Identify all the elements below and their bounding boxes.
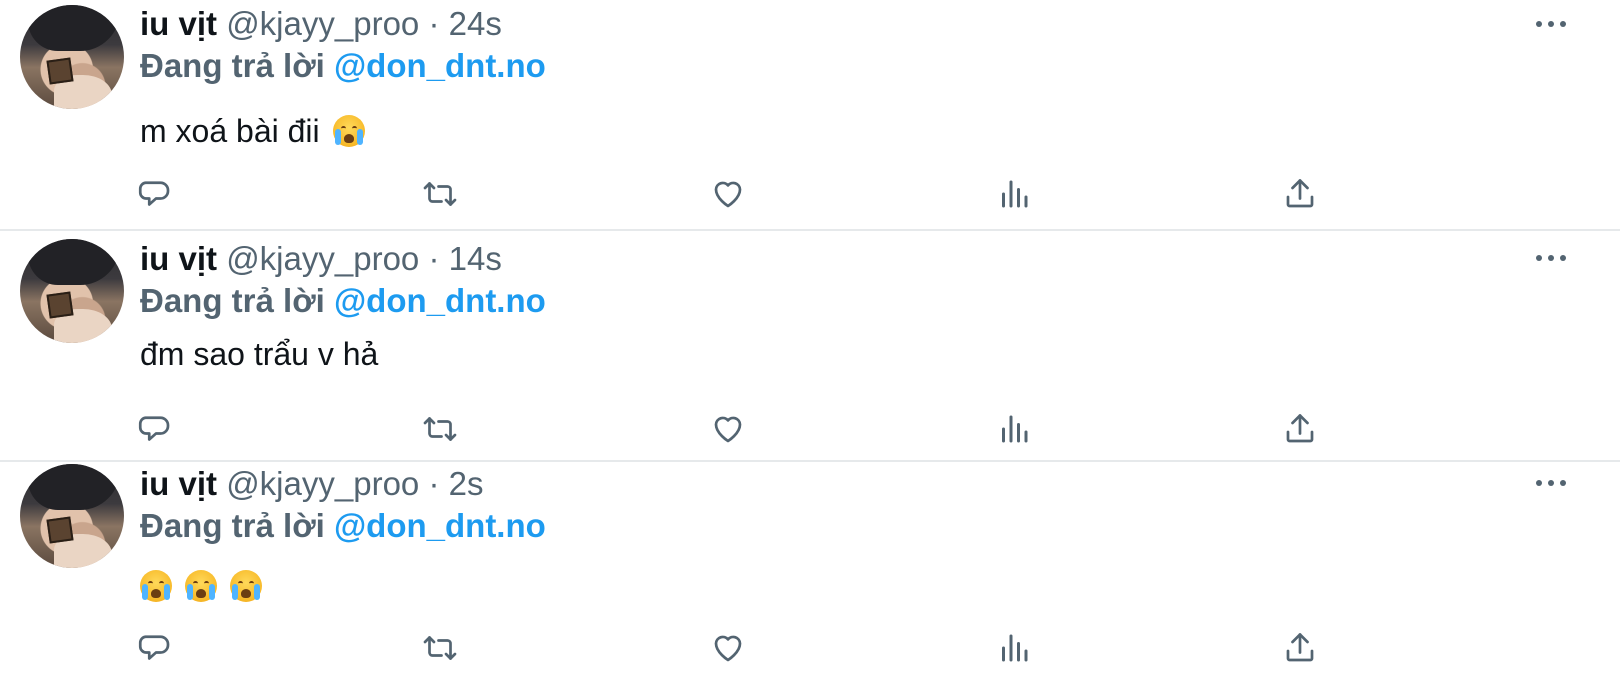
username-handle[interactable]: @kjayy_proo — [226, 465, 419, 502]
views-button[interactable] — [996, 411, 1032, 447]
loudly-crying-face-icon — [229, 570, 262, 602]
like-button[interactable] — [710, 411, 746, 447]
share-button[interactable] — [1282, 411, 1318, 447]
reply-bubble-icon — [138, 181, 170, 206]
action-bar — [138, 411, 1338, 447]
reply-mention-link[interactable]: @don_dnt.no — [334, 47, 546, 84]
tweet-text: đm sao trẩu v hả — [140, 334, 378, 374]
display-name[interactable]: iu vịt — [140, 240, 217, 277]
username-handle[interactable]: @kjayy_proo — [226, 5, 419, 42]
reply-bubble-icon — [138, 635, 170, 660]
heart-icon — [714, 635, 742, 662]
action-bar — [138, 176, 1338, 212]
replying-to-label: Đang trả lời — [140, 282, 325, 319]
retweet-icon — [423, 636, 457, 660]
views-button[interactable] — [996, 630, 1032, 666]
replying-to: Đang trả lời @don_dnt.no — [140, 506, 546, 546]
tweet-text-content: đm sao trẩu v hả — [140, 336, 379, 372]
reply-mention-link[interactable]: @don_dnt.no — [334, 507, 546, 544]
separator-dot: · — [428, 5, 440, 42]
views-bar-chart-icon — [1002, 634, 1028, 662]
more-options-icon[interactable] — [1536, 253, 1566, 263]
replying-to: Đang trả lời @don_dnt.no — [140, 281, 546, 321]
replying-to-label: Đang trả lời — [140, 47, 325, 84]
tweet-header: iu vịt @kjayy_proo · 24s — [140, 4, 502, 44]
retweet-button[interactable] — [422, 411, 458, 447]
tweet-2[interactable]: iu vịt @kjayy_proo · 14s Đang trả lời @d… — [0, 231, 1620, 462]
reply-mention-link[interactable]: @don_dnt.no — [334, 282, 546, 319]
loudly-crying-face-icon — [332, 115, 365, 147]
views-bar-chart-icon — [1002, 415, 1028, 443]
timestamp[interactable]: 14s — [449, 240, 502, 277]
retweet-icon — [423, 417, 457, 441]
separator-dot: · — [428, 240, 440, 277]
loudly-crying-face-icon — [184, 570, 217, 602]
avatar[interactable] — [20, 239, 124, 343]
replying-to-label: Đang trả lời — [140, 507, 325, 544]
heart-icon — [714, 181, 742, 208]
replying-to: Đang trả lời @don_dnt.no — [140, 46, 546, 86]
separator-dot: · — [428, 465, 440, 502]
tweet-header: iu vịt @kjayy_proo · 14s — [140, 239, 502, 279]
reply-button[interactable] — [138, 411, 174, 447]
retweet-button[interactable] — [422, 630, 458, 666]
loudly-crying-face-icon — [140, 570, 172, 602]
action-bar — [138, 630, 1338, 666]
share-button[interactable] — [1282, 630, 1318, 666]
tweet-3[interactable]: iu vịt @kjayy_proo · 2s Đang trả lời @do… — [0, 462, 1620, 689]
share-button[interactable] — [1282, 176, 1318, 212]
tweet-text: m xoá bài đii — [140, 111, 365, 151]
tweet-text — [140, 566, 262, 606]
tweet-text-content: m xoá bài đii — [140, 113, 320, 149]
timestamp[interactable]: 24s — [449, 5, 502, 42]
timestamp[interactable]: 2s — [449, 465, 484, 502]
share-upload-icon — [1286, 179, 1314, 208]
share-upload-icon — [1286, 414, 1314, 443]
reply-button[interactable] — [138, 176, 174, 212]
more-options-icon[interactable] — [1536, 19, 1566, 29]
share-upload-icon — [1286, 633, 1314, 662]
reply-button[interactable] — [138, 630, 174, 666]
username-handle[interactable]: @kjayy_proo — [226, 240, 419, 277]
views-bar-chart-icon — [1002, 180, 1028, 208]
retweet-icon — [423, 182, 457, 206]
like-button[interactable] — [710, 176, 746, 212]
tweet-header: iu vịt @kjayy_proo · 2s — [140, 464, 483, 504]
display-name[interactable]: iu vịt — [140, 5, 217, 42]
display-name[interactable]: iu vịt — [140, 465, 217, 502]
retweet-button[interactable] — [422, 176, 458, 212]
views-button[interactable] — [996, 176, 1032, 212]
tweet-1[interactable]: iu vịt @kjayy_proo · 24s Đang trả lời @d… — [0, 0, 1620, 231]
heart-icon — [714, 416, 742, 443]
more-options-icon[interactable] — [1536, 478, 1566, 488]
avatar[interactable] — [20, 5, 124, 109]
reply-bubble-icon — [138, 416, 170, 441]
avatar[interactable] — [20, 464, 124, 568]
like-button[interactable] — [710, 630, 746, 666]
